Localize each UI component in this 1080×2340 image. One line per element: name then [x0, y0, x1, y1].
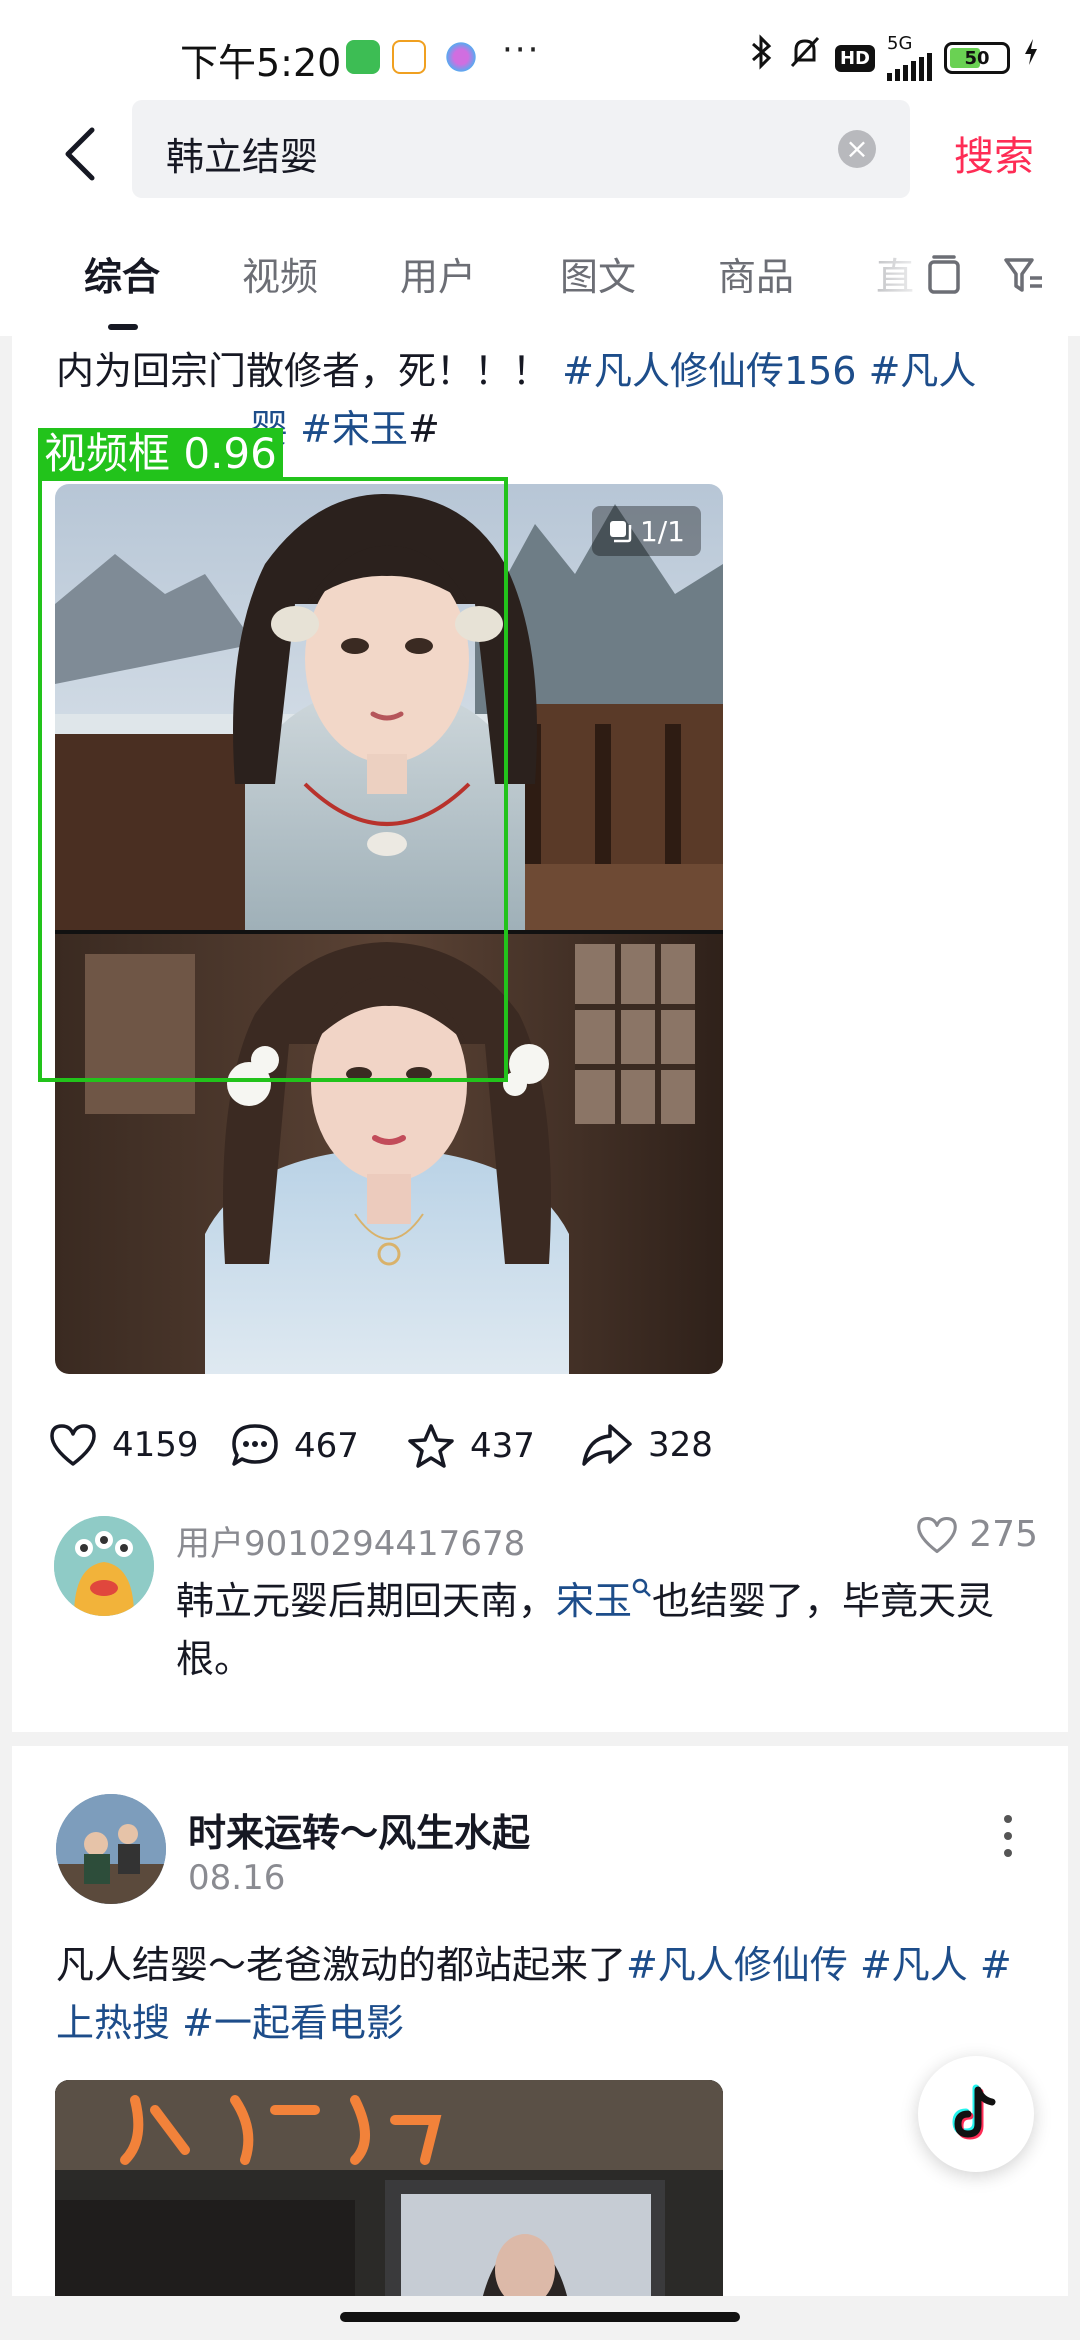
search-input[interactable]: 韩立结婴 ×: [132, 100, 910, 198]
battery-level: 50: [964, 47, 990, 69]
charging-icon: [1022, 36, 1040, 80]
back-button[interactable]: [48, 122, 112, 186]
mute-bell-icon: [787, 34, 823, 83]
hashtag[interactable]: #凡人修仙传: [626, 1943, 848, 1987]
tab-products[interactable]: 商品: [718, 246, 794, 301]
comment-username[interactable]: 用户9010294417678: [176, 1516, 525, 1565]
back-arrow-icon: [65, 127, 95, 181]
comment-like-button[interactable]: 275: [915, 1514, 1038, 1555]
tab-image-text[interactable]: 图文: [560, 246, 636, 301]
post-card[interactable]: 时来运转～风生水起 08.16 凡人结婴～老爸激动的都站起来了#凡人修仙传 #凡…: [12, 1746, 1068, 2306]
hashtag[interactable]: #宋玉: [300, 407, 408, 451]
post-actions: 4159 467 437 328: [12, 1402, 1068, 1502]
search-tabs: 综合 视频 用户 图文 商品 直: [0, 226, 1080, 336]
comment-text[interactable]: 韩立元婴后期回天南，宋玉 也结婴了，毕竟天灵根。: [176, 1572, 1046, 1688]
comment-button[interactable]: 467: [230, 1422, 359, 1470]
share-count: 328: [648, 1425, 713, 1465]
post-caption[interactable]: 凡人结婴～老爸激动的都站起来了#凡人修仙传 #凡人 #上热搜 #一起看电影: [56, 1936, 1036, 2052]
star-icon: [408, 1424, 454, 1468]
post-card[interactable]: 内为回宗门散修者，死！！！ #凡人修仙传156 #凡人 婴 #宋玉#: [12, 336, 1068, 1732]
hashtag[interactable]: #凡人修仙传156: [562, 349, 856, 393]
flower-app-icon: [444, 40, 478, 74]
stack-icon: [609, 521, 632, 543]
signal-icon: [887, 53, 932, 81]
author-name[interactable]: 时来运转～风生水起: [188, 1802, 530, 1857]
clear-search-icon[interactable]: ×: [838, 130, 876, 168]
search-icon: [632, 1578, 651, 1597]
hashtag[interactable]: #凡人: [860, 1943, 968, 1987]
home-indicator[interactable]: [340, 2312, 740, 2322]
search-query: 韩立结婴: [166, 135, 319, 179]
share-icon: [582, 1424, 632, 1466]
detection-box: [38, 477, 508, 1082]
search-header: 韩立结婴 × 搜索: [0, 100, 1080, 226]
video-thumbnail[interactable]: [55, 2080, 723, 2306]
detection-label: 视频框 0.96: [38, 428, 283, 480]
avatar[interactable]: [54, 1516, 154, 1616]
tab-users[interactable]: 用户: [400, 246, 476, 301]
status-bar: 下午5:20 ··· HD 5G 50: [0, 0, 1080, 100]
comment-count: 467: [294, 1426, 359, 1466]
filter-icon[interactable]: [994, 246, 1054, 306]
hd-badge: HD: [834, 44, 875, 72]
post-date: 08.16: [188, 1858, 286, 1898]
search-link[interactable]: 宋玉: [556, 1579, 632, 1623]
hashtag[interactable]: #一起看电影: [182, 2001, 404, 2045]
douyin-logo-icon: [952, 2084, 996, 2140]
search-button[interactable]: 搜索: [954, 124, 1034, 182]
heart-icon: [50, 1424, 96, 1466]
status-time: 下午5:20: [180, 41, 342, 85]
comment-like-count: 275: [969, 1514, 1038, 1555]
network-type: 5G: [887, 33, 913, 54]
tab-video[interactable]: 视频: [242, 246, 318, 301]
favorite-button[interactable]: 437: [406, 1422, 535, 1470]
like-count: 4159: [112, 1425, 199, 1465]
favorite-count: 437: [470, 1426, 535, 1466]
douyin-float-button[interactable]: [918, 2056, 1034, 2172]
comment-icon: [232, 1424, 278, 1466]
tab-menu-icon[interactable]: [914, 246, 974, 306]
system-nav-bar: [0, 2296, 1080, 2340]
battery-icon: 50: [944, 42, 1010, 74]
more-options-icon[interactable]: [988, 1806, 1028, 1866]
hashtag[interactable]: #凡人: [869, 349, 977, 393]
bluetooth-icon: [749, 33, 775, 83]
share-button[interactable]: 328: [580, 1422, 713, 1468]
tab-general[interactable]: 综合: [84, 246, 160, 301]
58-app-icon: [392, 40, 426, 74]
like-button[interactable]: 4159: [48, 1422, 199, 1468]
heart-icon: [917, 1516, 958, 1553]
active-tab-indicator: [108, 324, 138, 330]
image-count-badge: 1/1: [591, 506, 701, 556]
wechat-app-icon: [346, 40, 380, 74]
more-dots-icon: ···: [502, 30, 541, 70]
avatar[interactable]: [56, 1794, 166, 1904]
